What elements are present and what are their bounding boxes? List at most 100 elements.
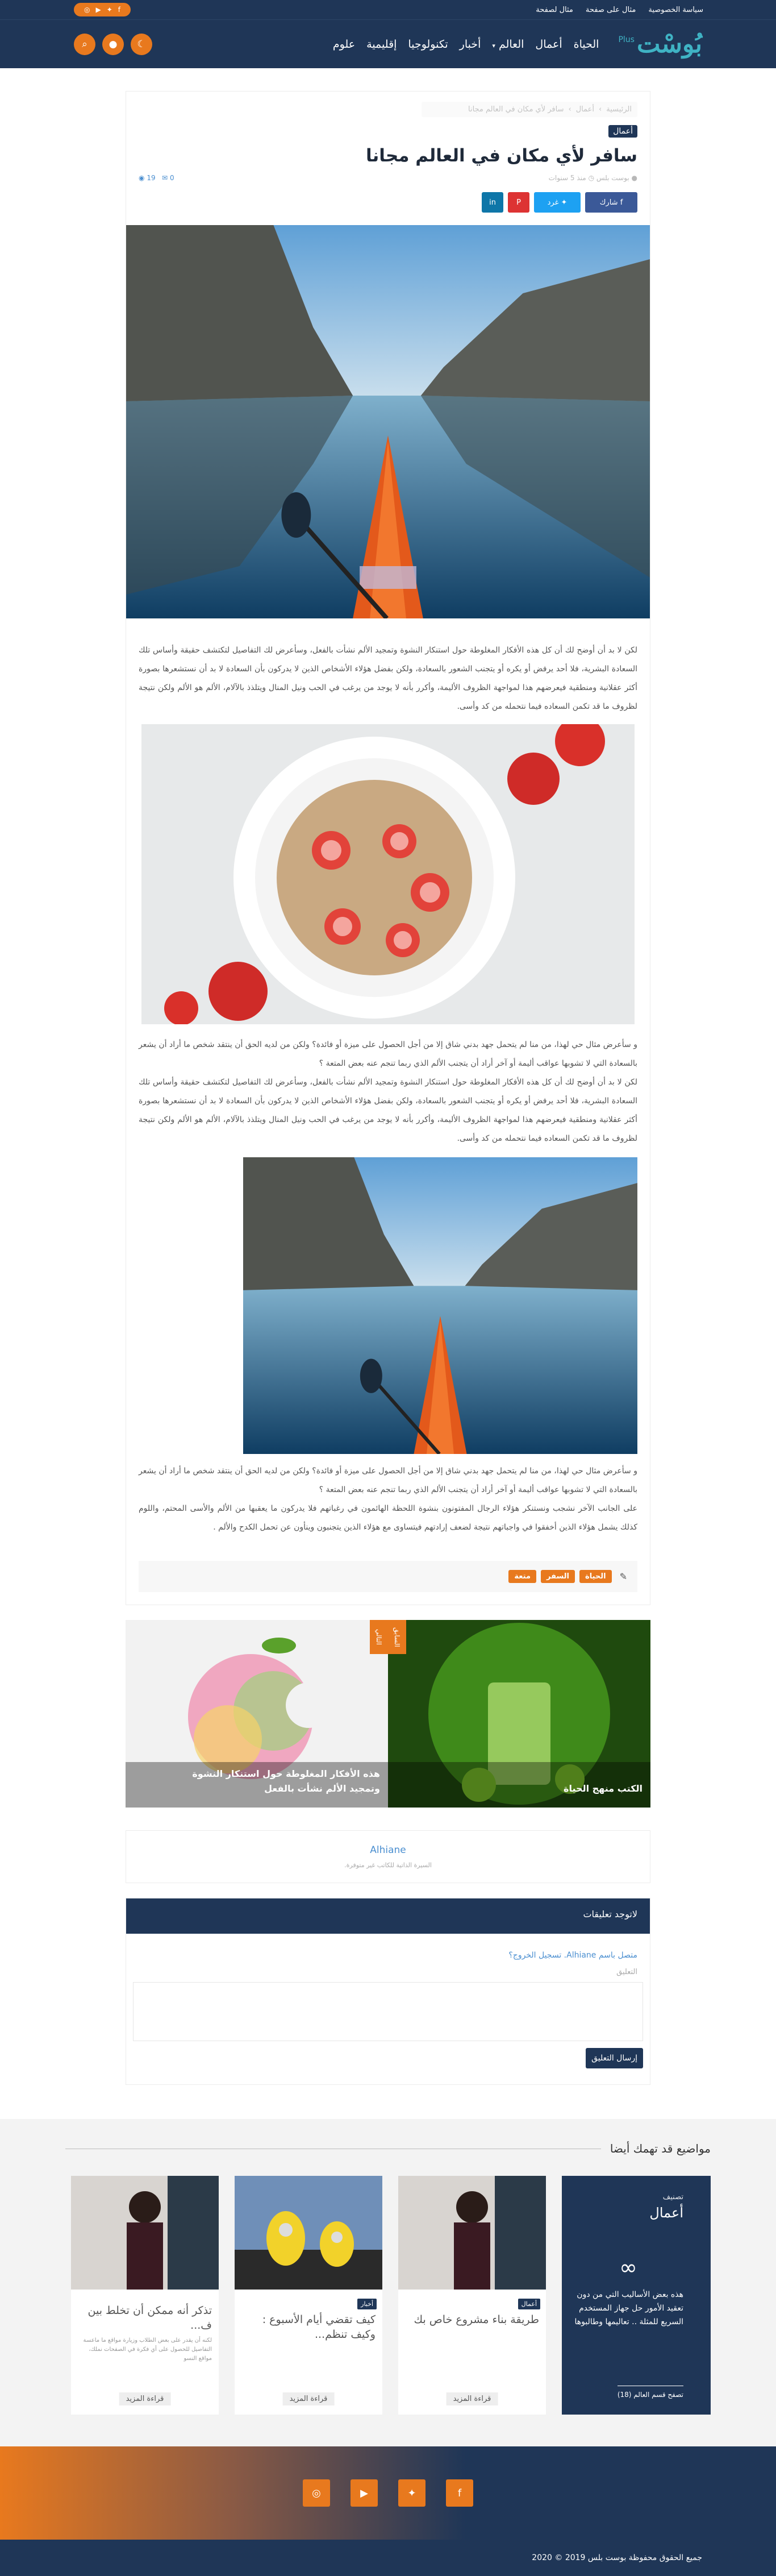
comments-header: لاتوجد تعليقات [126,1898,650,1934]
post-category-badge[interactable]: أعمال [608,125,637,138]
more-posts-heading: مواضيع قد تهمك أيضا [610,2142,711,2155]
logo-text: بُوسْت [636,29,702,59]
share-twitter-button[interactable]: ✦ غرد [534,192,581,213]
copyright-bar: جميع الحقوق محفوظة بوست بلس 2019 © 2020 [0,2540,776,2576]
youtube-icon[interactable]: ▶ [95,6,101,14]
prev-post-card[interactable]: السابق الكتب منهج الحياة [388,1620,650,1808]
mojito-image [388,1620,650,1808]
linkedin-icon[interactable]: in [482,192,503,213]
next-post-title[interactable]: هذه الأفكار المغلوطة حول استنكار النشوة … [164,1767,380,1796]
clock-icon: ◷ [588,174,595,182]
user-icon: ● [631,174,637,182]
tag-travel[interactable]: السفر [541,1570,575,1583]
share-buttons: f شارك ✦ غرد P in [139,192,637,213]
moon-icon[interactable]: ☾ [131,33,152,55]
nav-item-world[interactable]: العالم ▾ [492,38,524,51]
twitter-icon[interactable]: ✦ [107,6,112,14]
nav-item-news[interactable]: أخبار [460,38,481,51]
comment-textarea[interactable] [133,1982,643,2041]
share-facebook-button[interactable]: f شارك [585,192,637,213]
post-card-2-title[interactable]: كيف تقضي أيام الأسبوع : وكيف تنظم... [235,2312,382,2342]
image-oatmeal-strawberries [141,724,635,1024]
post-card-1-title[interactable]: طريقة بناء مشروع خاص بك [398,2312,546,2342]
post-card-1-readmore[interactable]: قراءة المزيد [446,2392,498,2405]
eye-icon: ◉ [139,174,145,182]
post-thumb-woman [398,2176,546,2290]
prev-post-side-label: السابق [388,1620,406,1654]
post-card-3-readmore[interactable]: قراءة المزيد [119,2392,171,2405]
post-card-3[interactable]: تذكر أنه ممكن أن تخلط بين ف... لكنه أن ي… [71,2176,219,2415]
top-social-bar: ◎ ▶ ✦ f [74,3,131,16]
submit-comment-button[interactable]: إرسال التعليق [586,2048,643,2068]
search-icon[interactable]: ⌕ [74,33,95,55]
nav-item-regional[interactable]: إقليمية [366,38,397,51]
post-title: سافر لأي مكان في العالم مجانا [366,146,637,166]
post-date: منذ 5 سنوات [548,174,586,182]
more-posts-grid: تصنيف أعمال ∞ هذه بعض الأساليب التي من د… [65,2176,711,2415]
post-thumb-minions [235,2176,382,2290]
copyright-text: جميع الحقوق محفوظة بوست بلس 2019 © 2020 [532,2553,702,2562]
featured-category-label: تصنيف [662,2193,683,2201]
post-card-2-badge[interactable]: أخبار [357,2299,377,2309]
next-post-card[interactable]: التالي هذه الأفكار المغلوطة حول استنكار … [126,1620,388,1808]
breadcrumb-category[interactable]: أعمال [576,105,594,114]
breadcrumb-sep: › [568,105,571,114]
featured-category-card[interactable]: تصنيف أعمال ∞ هذه بعض الأساليب التي من د… [562,2176,711,2415]
user-icon[interactable]: ● [102,33,124,55]
breadcrumb-sep: › [599,105,602,114]
tag-life[interactable]: الحياة [579,1570,612,1583]
main-nav: الحياة أعمال العالم ▾ أخبار تكنولوجيا إق… [152,38,599,51]
post-card-2[interactable]: أخبار كيف تقضي أيام الأسبوع : وكيف تنظم.… [235,2176,382,2415]
pinterest-icon[interactable]: P [508,192,529,213]
post-card-3-title[interactable]: تذكر أنه ممكن أن تخلط بين ف... [71,2303,219,2333]
next-post-side-label: التالي [370,1620,388,1654]
comment-label: التعليق [616,1968,637,1976]
content-container: الرئيسية › أعمال › سافر لأي مكان في العا… [126,91,650,2085]
more-posts-section: مواضيع قد تهمك أيضا تصنيف أعمال ∞ هذه بع… [0,2119,776,2446]
post-card-1-badge[interactable]: أعمال [518,2299,540,2309]
top-link-privacy[interactable]: سياسة الخصوصية [648,6,703,14]
featured-category-name: أعمال [649,2205,683,2221]
post-card: الرئيسية › أعمال › سافر لأي مكان في العا… [126,91,650,1605]
nav-item-science[interactable]: علوم [333,38,355,51]
facebook-icon[interactable]: f [446,2479,473,2507]
site-logo[interactable]: بُوسْت Plus [618,29,702,59]
top-links: سياسة الخصوصية مثال على صفحة مثال لصفحة [536,6,703,14]
chevron-down-icon: ▾ [492,41,495,49]
share-facebook-label: شارك [599,198,618,207]
post-card-1[interactable]: أعمال طريقة بناء مشروع خاص بك قراءة المز… [398,2176,546,2415]
header-buttons: ⌕ ● ☾ [74,33,152,55]
post-meta: ● بوست بلس ◷ منذ 5 سنوات ◉ 19 ✉ 0 [139,174,637,182]
tag-fun[interactable]: متعة [508,1570,536,1583]
post-body: لكن لا بد أن أوضح لك أن كل هذه الأفكار ا… [126,618,650,1548]
twitter-icon[interactable]: ✦ [398,2479,425,2507]
breadcrumb-home[interactable]: الرئيسية [606,105,632,114]
post-paragraph-3: لكن لا بد أن أوضح لك أن كل هذه الأفكار ا… [139,1078,637,1143]
comments-section: لاتوجد تعليقات متصل باسم Alhiane. تسجيل … [126,1898,650,2085]
post-author[interactable]: بوست بلس [596,174,629,182]
infinity-icon: ∞ [619,2255,637,2280]
featured-category-desc: هذه بعض الأساليب التي من دون تعقيد الأمو… [574,2290,683,2326]
facebook-icon[interactable]: f [118,6,120,14]
more-posts-title: مواضيع قد تهمك أيضا [65,2142,711,2155]
nav-item-tech[interactable]: تكنولوجيا [408,38,448,51]
youtube-icon[interactable]: ▶ [351,2479,378,2507]
author-name[interactable]: Alhiane [140,1844,636,1856]
post-card-2-readmore[interactable]: قراءة المزيد [282,2392,335,2405]
logged-in-as[interactable]: متصل باسم Alhiane. تسجيل الخروج؟ [126,1934,650,1960]
image-kayak-2 [243,1157,637,1454]
author-bio: السيرة الذاتية للكاتب غير متوفرة. [344,1862,432,1869]
nav-item-life[interactable]: الحياة [574,38,599,51]
featured-category-link[interactable]: تصفح قسم العالم (18) [617,2386,683,2399]
nav-item-business[interactable]: أعمال [535,38,562,51]
post-thumb-woman-2 [71,2176,219,2290]
top-link-sample-page-2[interactable]: مثال لصفحة [536,6,573,14]
author-date: ● بوست بلس ◷ منذ 5 سنوات [549,174,637,182]
instagram-icon[interactable]: ◎ [84,6,90,14]
post-tags: ✎ الحياة السفر متعة [139,1561,637,1592]
instagram-icon[interactable]: ◎ [303,2479,330,2507]
top-link-sample-page[interactable]: مثال على صفحة [586,6,636,14]
prev-post-title[interactable]: الكتب منهج الحياة [427,1781,643,1796]
comments-count: 0 [169,174,174,182]
prev-next-posts: السابق الكتب منهج الحياة التالي هذه الأف… [126,1620,650,1808]
